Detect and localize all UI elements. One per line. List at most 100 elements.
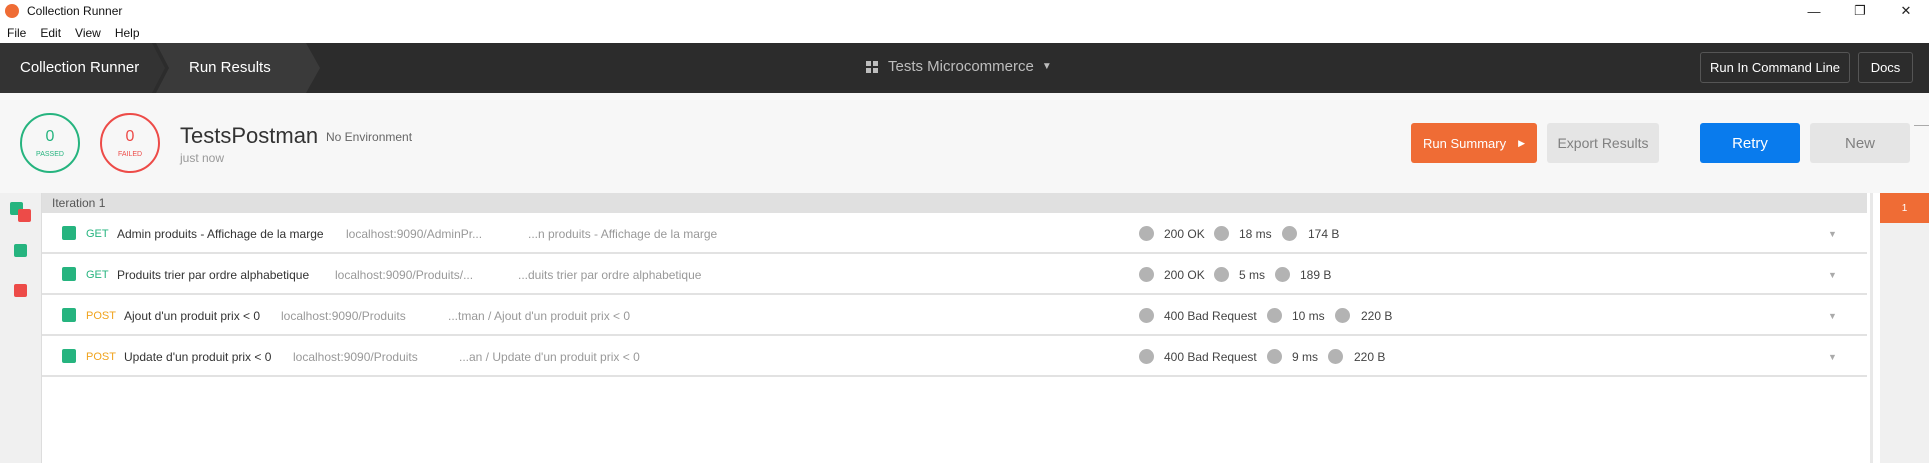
- window-controls: — ❐ ✕: [1791, 0, 1929, 22]
- request-row[interactable]: POST Ajout d'un produit prix < 0 localho…: [42, 295, 1867, 336]
- pass-status-icon: [62, 226, 76, 240]
- response-status: 400 Bad Request: [1164, 350, 1257, 364]
- close-button[interactable]: ✕: [1883, 0, 1929, 22]
- request-path: ...an / Update d'un produit prix < 0: [459, 350, 640, 364]
- passed-counter: 0 PASSED: [20, 113, 80, 173]
- export-results-button[interactable]: Export Results: [1547, 123, 1659, 163]
- size-dot-icon: [1335, 308, 1350, 323]
- response-time: 5 ms: [1239, 268, 1266, 282]
- request-method: POST: [86, 351, 116, 363]
- menu-bar: File Edit View Help: [0, 22, 1929, 43]
- postman-logo-icon: [5, 4, 19, 18]
- collection-name: Tests Microcommerce: [888, 58, 1034, 75]
- pass-indicator-icon[interactable]: [14, 244, 27, 257]
- size-dot-icon: [1328, 349, 1343, 364]
- caret-down-icon: ▼: [1041, 61, 1052, 72]
- request-url: localhost:9090/Produits/...: [335, 268, 474, 282]
- request-path: ...n produits - Affichage de la marge: [528, 227, 718, 241]
- response-time: 18 ms: [1239, 227, 1272, 241]
- restore-button[interactable]: ❐: [1837, 0, 1883, 22]
- request-row[interactable]: POST Update d'un produit prix < 0 localh…: [42, 336, 1867, 377]
- request-name: Admin produits - Affichage de la marge: [117, 227, 324, 241]
- response-status: 200 OK: [1164, 227, 1205, 241]
- size-dot-icon: [1275, 267, 1290, 282]
- chevron-down-icon[interactable]: ▼: [1828, 270, 1837, 280]
- request-name: Update d'un produit prix < 0: [124, 350, 272, 364]
- breadcrumb-label: Run Results: [189, 59, 271, 76]
- time-dot-icon: [1267, 308, 1282, 323]
- request-method: POST: [86, 310, 116, 322]
- fail-indicator-icon[interactable]: [18, 209, 31, 222]
- chevron-down-icon[interactable]: ▼: [1828, 352, 1837, 362]
- request-path: ...tman / Ajout d'un produit prix < 0: [448, 309, 631, 323]
- request-name: Ajout d'un produit prix < 0: [124, 309, 261, 323]
- failed-count: 0: [125, 127, 135, 145]
- window-title: Collection Runner: [27, 4, 123, 18]
- time-dot-icon: [1267, 349, 1282, 364]
- run-summary-label: Run Summary: [1423, 135, 1507, 151]
- time-dot-icon: [1214, 226, 1229, 241]
- status-dot-icon: [1139, 349, 1154, 364]
- size-dot-icon: [1282, 226, 1297, 241]
- breadcrumb-run-results[interactable]: Run Results: [156, 43, 320, 93]
- request-url: localhost:9090/AdminPr...: [346, 227, 483, 241]
- iteration-sidebar: 1: [1880, 193, 1929, 463]
- request-list: GET Admin produits - Affichage de la mar…: [42, 213, 1867, 377]
- pass-status-icon: [62, 308, 76, 322]
- request-method: GET: [86, 228, 109, 240]
- docs-button[interactable]: Docs: [1858, 52, 1913, 83]
- run-summary-button[interactable]: Run Summary ▶: [1411, 123, 1537, 163]
- failed-counter: 0 FAILED: [100, 113, 160, 173]
- status-dot-icon: [1139, 226, 1154, 241]
- menu-view[interactable]: View: [68, 26, 108, 40]
- failed-label: FAILED: [117, 150, 143, 158]
- divider: [1914, 125, 1929, 126]
- iteration-tab[interactable]: 1: [1880, 193, 1929, 223]
- request-url: localhost:9090/Produits: [281, 309, 406, 323]
- nav-bar: Collection Runner Run Results Tests Micr…: [0, 43, 1929, 93]
- status-dot-icon: [1139, 267, 1154, 282]
- request-row[interactable]: GET Produits trier par ordre alphabetiqu…: [42, 254, 1867, 295]
- iteration-status-column: [0, 193, 42, 463]
- play-icon: ▶: [1518, 137, 1525, 148]
- chevron-down-icon[interactable]: ▼: [1828, 229, 1837, 239]
- response-time: 9 ms: [1292, 350, 1319, 364]
- new-button[interactable]: New: [1810, 123, 1910, 163]
- response-status: 200 OK: [1164, 268, 1205, 282]
- request-row[interactable]: GET Admin produits - Affichage de la mar…: [42, 213, 1867, 254]
- menu-help[interactable]: Help: [108, 26, 147, 40]
- menu-edit[interactable]: Edit: [33, 26, 68, 40]
- request-url: localhost:9090/Produits: [293, 350, 418, 364]
- menu-file[interactable]: File: [0, 26, 33, 40]
- grid-icon: [866, 60, 878, 73]
- response-time: 10 ms: [1292, 309, 1325, 323]
- request-method: GET: [86, 269, 109, 281]
- passed-count: 0: [45, 127, 55, 145]
- fail-indicator-icon[interactable]: [14, 284, 27, 297]
- response-size: 174 B: [1308, 227, 1340, 241]
- breadcrumb-collection-runner[interactable]: Collection Runner: [0, 43, 165, 93]
- minimize-button[interactable]: —: [1791, 0, 1837, 22]
- run-time: just now: [180, 151, 225, 165]
- run-name: TestsPostman: [180, 123, 319, 148]
- scrollbar[interactable]: [1870, 193, 1873, 463]
- chevron-down-icon[interactable]: ▼: [1828, 311, 1837, 321]
- run-in-command-line-button[interactable]: Run In Command Line: [1700, 52, 1850, 83]
- collection-selector[interactable]: Tests Microcommerce ▼: [866, 58, 1052, 75]
- pass-status-icon: [62, 349, 76, 363]
- environment-label: No Environment: [326, 130, 413, 144]
- retry-button[interactable]: Retry: [1700, 123, 1800, 163]
- request-path: ...duits trier par ordre alphabetique: [518, 268, 702, 282]
- request-name: Produits trier par ordre alphabetique: [117, 268, 310, 282]
- iteration-header: Iteration 1: [42, 193, 1867, 213]
- response-size: 189 B: [1300, 268, 1332, 282]
- pass-status-icon: [62, 267, 76, 281]
- run-summary-header: 0 PASSED 0 FAILED TestsPostman No Enviro…: [0, 93, 1929, 193]
- time-dot-icon: [1214, 267, 1229, 282]
- title-bar: Collection Runner — ❐ ✕: [0, 0, 1929, 22]
- status-dot-icon: [1139, 308, 1154, 323]
- breadcrumb-label: Collection Runner: [20, 59, 140, 76]
- response-status: 400 Bad Request: [1164, 309, 1257, 323]
- response-size: 220 B: [1361, 309, 1393, 323]
- response-size: 220 B: [1354, 350, 1386, 364]
